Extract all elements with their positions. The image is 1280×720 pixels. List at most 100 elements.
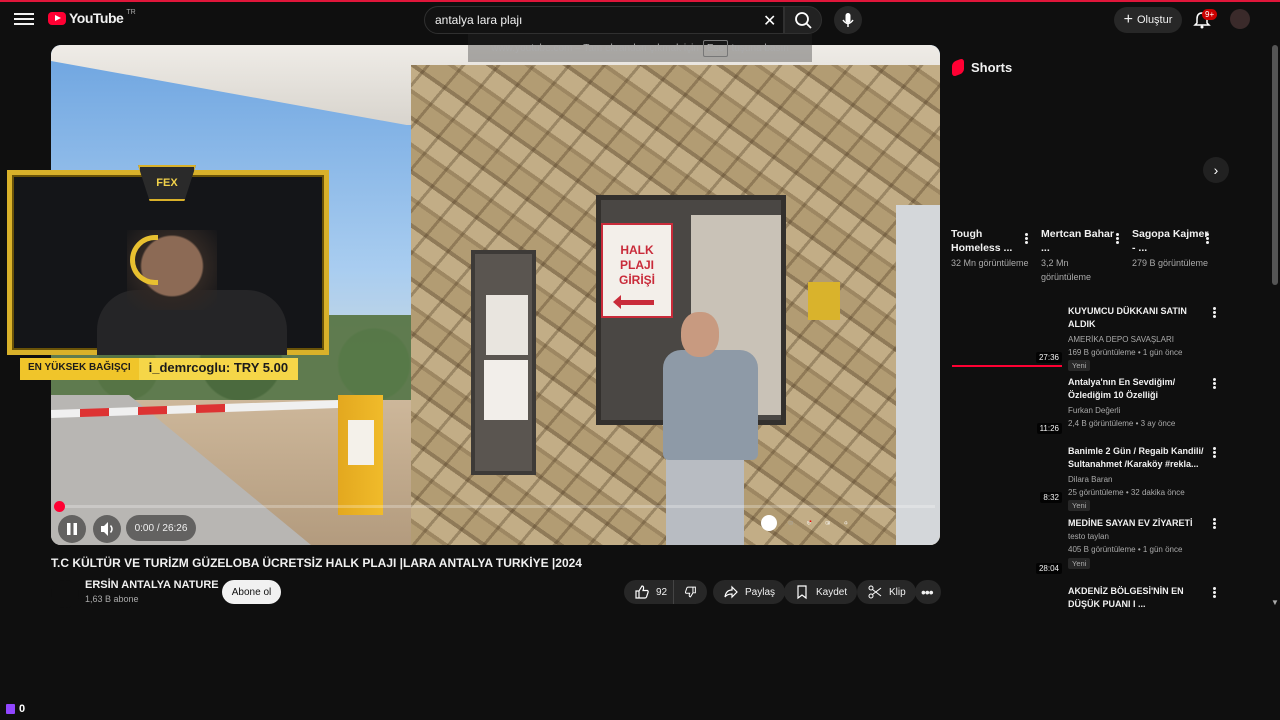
share-icon [724,585,738,599]
video-frame-gate-label [348,420,374,465]
shorts-next-button[interactable]: › [1203,157,1229,183]
short-title: Mertcan Bahar ... [1041,228,1114,255]
short-menu-icon[interactable] [1204,232,1210,246]
search-box[interactable]: ✕ [424,6,784,34]
pause-icon [67,523,77,535]
search-icon [795,12,812,29]
youtube-play-icon [48,11,66,25]
recommended-video[interactable]: AKDENİZ BÖLGESİ'NİN EN DÜŞÜK PUANI I ... [952,585,1214,615]
rec-meta: 25 görüntüleme • 32 dakika önce [1068,488,1185,497]
video-menu-icon[interactable] [1211,517,1217,531]
video-thumbnail[interactable]: 27:36 [952,305,1062,367]
volume-button[interactable] [93,515,121,543]
video-thumbnail[interactable]: 28:04 [952,516,1062,574]
menu-icon[interactable] [14,10,34,28]
masthead: YouTube TR ✕ + Oluştur 9+ [0,2,1280,36]
clip-button[interactable]: Klip [857,580,916,604]
share-button[interactable]: Paylaş [713,580,786,604]
time-display: 0:00 / 26:26 [126,515,196,541]
esc-key: Esc [702,39,728,57]
account-avatar[interactable] [1230,9,1250,29]
hint-text-before: www.youtube.com – Tam ekrandan çıkmak iç… [491,42,699,54]
chevron-right-icon: › [1213,162,1219,178]
clear-search-icon[interactable]: ✕ [763,11,776,31]
settings-gear-icon[interactable] [806,520,812,526]
youtube-logo[interactable]: YouTube TR [48,9,136,26]
short-menu-icon[interactable] [1023,232,1029,246]
sign-line1: HALK PLAJI [619,243,654,272]
clip-label: Klip [889,586,906,598]
video-frame-notice [486,295,528,355]
subscribe-button[interactable]: Abone ol [222,580,281,604]
rec-channel[interactable]: Dilara Baran [1068,475,1112,484]
video-frame-person-body [663,350,758,460]
video-frame-right-post [896,205,940,545]
progress-bar[interactable] [56,505,935,508]
video-frame-electrical-box [808,282,840,320]
video-menu-icon[interactable] [1211,306,1217,320]
notification-badge: 9+ [1202,9,1218,20]
progress-scrubber[interactable] [54,501,65,512]
arrow-left-icon [613,295,654,309]
scroll-down-icon[interactable]: ▼ [1271,598,1279,607]
more-actions-button[interactable]: ••• [915,580,941,604]
fullscreen-exit-hint: www.youtube.com – Tam ekrandan çıkmak iç… [468,34,812,62]
twitch-viewer-counter: 0 [6,703,25,715]
voice-search-button[interactable] [834,6,862,34]
logo-text: YouTube [69,10,124,26]
subtitles-icon[interactable] [788,520,794,526]
create-button[interactable]: + Oluştur [1114,7,1182,33]
pause-button[interactable] [58,515,86,543]
miniplayer-icon[interactable] [825,520,831,526]
recommended-video[interactable]: 11:26 Antalya'nın En Sevdiğim/ Özlediğim… [952,376,1214,440]
new-badge: Yeni [1068,360,1091,371]
rec-meta: 2,4 B görüntüleme • 3 ay önce [1068,419,1176,428]
rec-title[interactable]: MEDİNE SAYAN EV ZİYARETİ [1068,517,1208,530]
thumbs-down-icon [685,586,696,598]
like-count: 92 [656,586,668,598]
video-title: T.C KÜLTÜR VE TURİZM GÜZELOBA ÜCRETSİZ H… [51,556,582,570]
rec-channel[interactable]: Furkan Değerli [1068,406,1120,415]
hint-text-after: tuşuna basın [731,42,789,54]
short-views: 32 Mn görüntüleme [951,258,1029,269]
channel-name[interactable]: ERSİN ANTALYA NATURE [85,579,219,591]
rec-title[interactable]: KUYUMCU DÜKKANI SATIN ALDIK [1068,305,1208,331]
rec-meta: 405 B görüntüleme • 1 gün önce [1068,545,1183,554]
video-menu-icon[interactable] [1211,586,1217,600]
rec-channel[interactable]: testo taylan [1068,532,1109,541]
exit-fullscreen-icon[interactable] [843,520,849,526]
shorts-title: Shorts [971,60,1013,75]
short-card[interactable]: Tough Homeless ... 32 Mn görüntüleme [951,227,1031,271]
video-menu-icon[interactable] [1211,446,1217,460]
rec-title[interactable]: Antalya'nın En Sevdiğim/ Özlediğim 10 Öz… [1068,376,1208,402]
page-scrollbar[interactable] [1272,45,1278,285]
share-label: Paylaş [745,586,776,598]
video-thumbnail[interactable]: 11:26 [952,376,1062,434]
search-button[interactable] [784,6,822,34]
rec-channel[interactable]: AMERİKA DEPO SAVAŞLARI [1068,335,1174,344]
recommended-video[interactable]: 28:04 MEDİNE SAYAN EV ZİYARETİ testo tay… [952,516,1214,580]
short-card[interactable]: Sagopa Kajmer - ... 279 B görüntüleme [1132,227,1212,271]
short-card[interactable]: Mertcan Bahar ... 3,2 Mn görüntüleme [1041,227,1121,284]
short-title: Tough Homeless ... [951,228,1013,255]
short-menu-icon[interactable] [1114,232,1120,246]
save-button[interactable]: Kaydet [784,580,858,604]
video-menu-icon[interactable] [1211,377,1217,391]
recommended-video[interactable]: 27:36 KUYUMCU DÜKKANI SATIN ALDIK AMERİK… [952,305,1214,371]
scissors-icon [868,585,882,599]
duration-badge: 11:26 [1036,423,1062,434]
recommended-video[interactable]: 8:32 Banimle 2 Gün / Regaib Kandili/ Sul… [952,445,1214,511]
video-thumbnail[interactable] [952,585,1062,615]
video-thumbnail[interactable]: 8:32 [952,445,1062,503]
short-views: 3,2 Mn görüntüleme [1041,258,1092,282]
rec-title[interactable]: Banimle 2 Gün / Regaib Kandili/ Sultanah… [1068,445,1208,471]
channel-avatar[interactable] [51,580,79,608]
watched-progress [952,365,1062,367]
short-title: Sagopa Kajmer - ... [1132,228,1209,255]
rec-title[interactable]: AKDENİZ BÖLGESİ'NİN EN DÜŞÜK PUANI I ... [1068,585,1208,611]
autoplay-toggle[interactable] [762,515,777,531]
dislike-button[interactable] [673,580,707,604]
search-input[interactable] [435,13,735,27]
shorts-header: Shorts [952,57,1013,78]
volume-icon [101,522,113,536]
